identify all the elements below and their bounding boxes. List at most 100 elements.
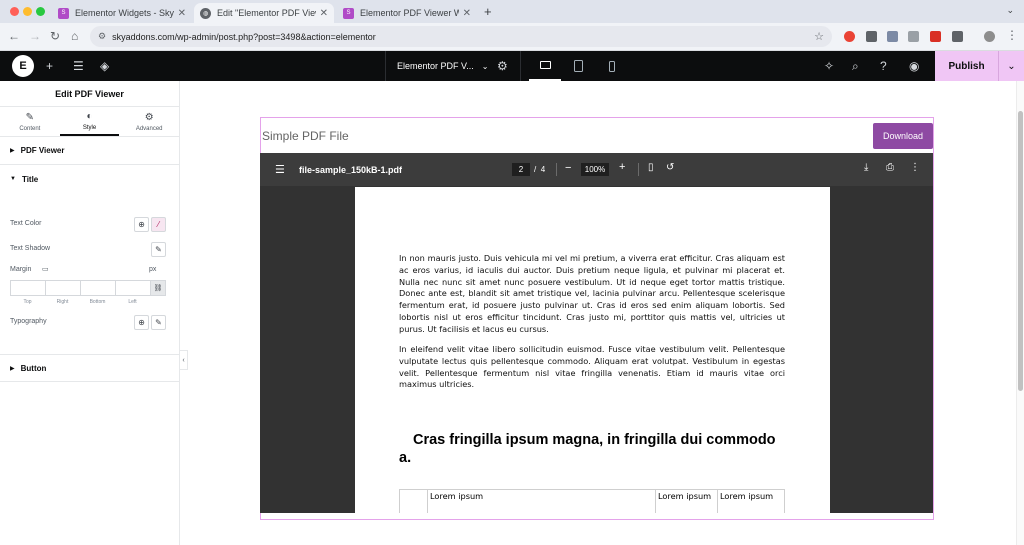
edit-pencil-icon[interactable]: ✎ [151,315,166,330]
fit-page-icon[interactable]: ▯ [648,162,654,173]
global-colors-icon[interactable]: ⊕ [134,217,149,232]
publish-options-chevron-icon[interactable]: ⌄ [998,51,1024,81]
print-icon[interactable]: ⎙ [886,162,894,173]
section-pdf-viewer[interactable]: ▶ PDF Viewer [0,137,179,165]
section-label: Button [20,363,47,373]
browser-tab[interactable]: S Elementor PDF Viewer Widge ✕ [337,3,477,23]
close-window-button[interactable] [10,7,19,16]
caret-down-icon: ▼ [10,176,16,182]
canvas-scrollbar[interactable] [1016,81,1024,545]
site-info-icon[interactable]: ⚙ [98,31,106,42]
tab-advanced[interactable]: ⚙ Advanced [119,107,179,136]
add-element-icon[interactable]: + [46,59,53,73]
close-tab-icon[interactable]: ✕ [320,8,328,19]
tab-title: Elementor PDF Viewer Widge [360,8,459,18]
table-cell: Lorem ipsum [427,489,656,513]
document-title: Elementor PDF V... [397,61,474,71]
search-icon[interactable]: ⌕ [852,59,859,74]
zoom-in-icon[interactable]: + [619,161,625,173]
margin-left-input[interactable] [115,280,150,296]
extension-icon[interactable] [866,31,877,42]
edit-pencil-icon[interactable]: ✎ [151,242,166,257]
tab-search-chevron-icon[interactable]: ⌄ [1006,5,1014,16]
margin-right-input[interactable] [45,280,80,296]
margin-label: Margin [10,266,32,273]
margin-input-labels: Top Right Bottom Left [10,299,150,305]
desktop-responsive-icon[interactable]: ▭ [42,265,49,273]
dimension-label: Top [23,299,32,305]
text-shadow-label: Text Shadow [10,245,51,252]
page-number-input[interactable]: 2 [512,163,530,176]
url-field[interactable]: ⚙ skyaddons.com/wp-admin/post.php?post=3… [90,26,832,47]
desktop-view-button[interactable] [529,51,561,81]
notifications-sparkle-icon[interactable]: ✧ [824,59,834,73]
close-tab-icon[interactable]: ✕ [178,8,186,19]
new-tab-button[interactable]: + [484,4,492,19]
extension-icon[interactable] [844,31,855,42]
mobile-view-button[interactable] [596,51,628,81]
forward-arrow-icon[interactable]: → [29,29,41,43]
text-color-label: Text Color [10,220,42,227]
tab-content[interactable]: ✎ Content [0,107,60,136]
page-settings-gear-icon[interactable]: ⚙ [497,59,508,73]
tab-label: Style [82,124,97,131]
toolbar-divider [638,163,639,176]
site-favicon-icon: S [58,7,69,19]
browser-tab-active[interactable]: ◍ Edit "Elementor PDF Viewer V ✕ [194,3,334,23]
reload-icon[interactable]: ↻ [50,29,60,43]
extension-icon[interactable] [908,31,919,42]
maximize-window-button[interactable] [36,7,45,16]
site-favicon-icon: S [343,7,354,19]
browser-menu-icon[interactable]: ⋮ [1006,28,1018,42]
global-typography-icon[interactable]: ⊕ [134,315,149,330]
bookmark-star-icon[interactable]: ☆ [814,30,824,43]
site-settings-icon[interactable]: ☰ [73,59,84,73]
editor-panel: Edit PDF Viewer ✎ Content ◐ Style ⚙ Adva… [0,81,180,545]
elementor-logo-button[interactable]: E [12,55,34,77]
panel-title: Edit PDF Viewer [0,81,179,107]
structure-layers-icon[interactable]: ◈ [100,59,109,73]
section-title[interactable]: ▼ Title [0,165,179,193]
extensions-puzzle-icon[interactable] [952,31,963,42]
pdf-toolbar: ☰ file-sample_150kB-1.pdf 2 / 4 − 100% +… [260,153,933,186]
tab-label: Advanced [135,125,163,132]
menu-hamburger-icon[interactable]: ☰ [275,163,285,176]
collapse-panel-chevron-icon[interactable]: ‹ [180,350,188,370]
color-picker-swatch[interactable]: ⁄ [151,217,166,232]
desktop-icon [539,61,551,69]
mobile-icon [609,60,615,72]
pdf-viewer: ☰ file-sample_150kB-1.pdf 2 / 4 − 100% +… [260,153,933,513]
preview-eye-icon[interactable]: ◉ [909,59,919,73]
pdf-file-name: file-sample_150kB-1.pdf [299,165,403,175]
zoom-level-input[interactable]: 100% [581,163,609,176]
section-button[interactable]: ▶ Button [0,354,179,382]
table-cell: Lorem ipsum [655,489,718,513]
close-tab-icon[interactable]: ✕ [463,8,471,19]
margin-top-input[interactable] [10,280,45,296]
zoom-out-icon[interactable]: − [565,162,571,174]
globe-icon: ◍ [200,7,211,19]
tablet-view-button[interactable] [562,51,594,81]
rotate-icon[interactable]: ↺ [666,162,674,173]
profile-avatar[interactable] [984,31,995,42]
publish-button[interactable]: Publish [935,51,998,81]
extension-icon[interactable] [930,31,941,42]
help-icon[interactable]: ? [880,59,887,73]
download-icon[interactable]: ⤓ [864,162,868,173]
home-icon[interactable]: ⌂ [71,29,78,43]
minimize-window-button[interactable] [23,7,32,16]
margin-inputs: ⛓ [10,280,166,296]
margin-bottom-input[interactable] [80,280,115,296]
more-options-icon[interactable]: ⋮ [910,162,920,173]
browser-tab[interactable]: S Elementor Widgets - Sky Add ✕ [52,3,192,23]
extension-icon[interactable] [887,31,898,42]
download-button[interactable]: Download [873,123,933,149]
scrollbar-thumb[interactable] [1018,111,1023,391]
back-arrow-icon[interactable]: ← [8,29,20,43]
pdf-heading: Cras fringilla ipsum magna, in fringilla… [399,432,776,466]
tab-style[interactable]: ◐ Style [59,107,120,136]
unit-selector[interactable]: px [149,266,156,273]
page-separator: / [534,165,537,174]
link-values-icon[interactable]: ⛓ [150,280,166,296]
tablet-icon [573,60,583,72]
